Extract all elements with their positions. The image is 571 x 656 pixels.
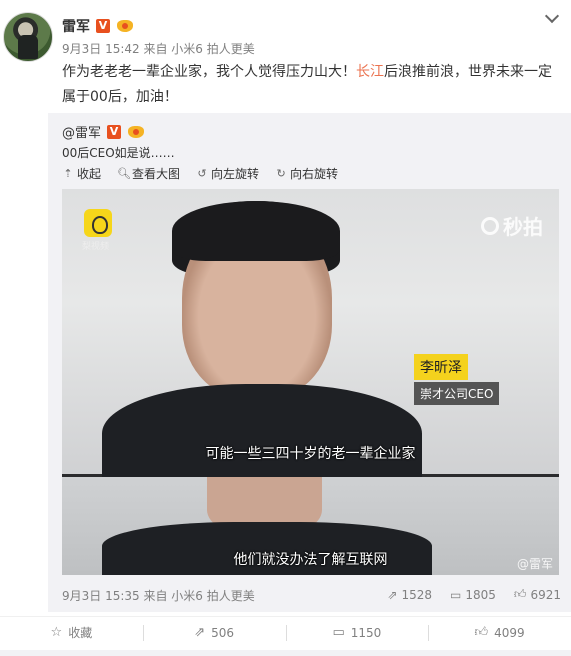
topic-link[interactable]: 长江: [356, 64, 384, 80]
video-frame[interactable]: 梨视频 秒拍 李昕泽 崇才公司CEO 可能一些三四十岁的老一辈企业家 他们就没办…: [62, 189, 559, 575]
pear-video-logo: [84, 209, 112, 237]
rotate-left-label: 向左旋转: [211, 167, 260, 181]
repost-author-name[interactable]: @雷军: [62, 122, 101, 141]
video-frame-top: 梨视频 秒拍 李昕泽 崇才公司CEO 可能一些三四十岁的老一辈企业家: [62, 189, 559, 494]
view-large-button[interactable]: 🔍︎ 查看大图: [117, 165, 180, 182]
repost-author: @雷军 V: [62, 122, 145, 141]
collapse-button[interactable]: ⇡ 收起: [62, 165, 101, 182]
subtitle-2: 他们就没办法了解互联网: [233, 552, 388, 568]
subtitle-1: 可能一些三四十岁的老一辈企业家: [205, 446, 416, 462]
post-text: 作为老老老一辈企业家，我个人觉得压力山大！长江后浪推前浪，世界未来一定属于00后…: [62, 60, 562, 110]
person-name-tag: 李昕泽: [414, 354, 468, 380]
like-count[interactable]: 👍︎ 6921: [514, 587, 561, 602]
comment-button-count: 1150: [350, 625, 382, 640]
repost-card: @雷军 V 00后CEO如是说…… ⇡ 收起 🔍︎ 查看大图 ↺ 向左旋转 ↻ …: [48, 113, 571, 612]
post-text-part1: 作为老老老一辈企业家，我个人觉得压力山大！: [62, 64, 356, 80]
rotate-left-icon: ↺: [197, 166, 207, 180]
action-bar: ☆ 收藏 ⇗ 506 ▭ 1150 👍︎ 4099: [0, 616, 571, 648]
vip-crown-icon: [116, 19, 134, 33]
comment-icon: ▭: [332, 625, 345, 640]
favorite-button[interactable]: ☆ 收藏: [0, 617, 143, 648]
view-large-label: 查看大图: [132, 167, 181, 181]
repost-count[interactable]: ⇗ 1528: [387, 587, 432, 602]
bottom-divider: [0, 650, 571, 656]
thumbs-up-icon: 👍︎: [474, 625, 489, 640]
collapse-icon: ⇡: [63, 166, 73, 180]
chevron-down-icon[interactable]: [545, 12, 557, 24]
repost-icon: ⇗: [194, 625, 206, 640]
miaopai-watermark: 秒拍: [481, 211, 543, 240]
rotate-left-button[interactable]: ↺ 向左旋转: [196, 165, 259, 182]
weibo-watermark: @雷军: [516, 557, 553, 571]
person-hair-front: [172, 201, 340, 261]
verified-icon: V: [107, 124, 122, 139]
star-icon: ☆: [50, 625, 63, 640]
repost-count-value: 1528: [401, 587, 433, 602]
repost-stats: ⇗ 1528 ▭ 1805 👍︎ 6921: [387, 587, 561, 602]
repost-button[interactable]: ⇗ 506: [142, 617, 286, 648]
comment-button[interactable]: ▭ 1150: [285, 617, 429, 648]
pear-video-watermark: 梨视频: [82, 242, 110, 252]
post-meta: 9月3日 15:42 来自 小米6 拍人更美: [62, 42, 255, 56]
person-title-tag: 崇才公司CEO: [414, 382, 500, 405]
repost-button-count: 506: [211, 625, 235, 640]
comment-count[interactable]: ▭ 1805: [450, 587, 496, 602]
favorite-label: 收藏: [68, 626, 93, 640]
like-button[interactable]: 👍︎ 4099: [428, 617, 571, 648]
comment-icon: ▭: [450, 587, 462, 602]
verified-icon: V: [96, 19, 110, 33]
author-name[interactable]: 雷军: [62, 16, 90, 36]
rotate-right-icon: ↻: [276, 166, 286, 180]
like-count-value: 6921: [530, 587, 561, 602]
vip-crown-icon: [127, 125, 145, 139]
repost-icon: ⇗: [387, 587, 398, 602]
magnify-icon: 🔍︎: [117, 166, 131, 180]
miaopai-label: 秒拍: [503, 215, 543, 239]
miaopai-logo-icon: [481, 216, 499, 235]
collapse-label: 收起: [77, 167, 102, 181]
comment-count-value: 1805: [465, 587, 496, 602]
rotate-right-button[interactable]: ↻ 向右旋转: [275, 165, 338, 182]
thumbs-up-icon: 👍︎: [513, 587, 527, 601]
repost-text: 00后CEO如是说……: [62, 146, 175, 160]
author-avatar[interactable]: [3, 12, 53, 62]
post-author: 雷军 V: [62, 16, 134, 36]
media-toolbar: ⇡ 收起 🔍︎ 查看大图 ↺ 向左旋转 ↻ 向右旋转: [62, 165, 338, 182]
rotate-right-label: 向右旋转: [290, 167, 339, 181]
like-button-count: 4099: [494, 625, 525, 640]
